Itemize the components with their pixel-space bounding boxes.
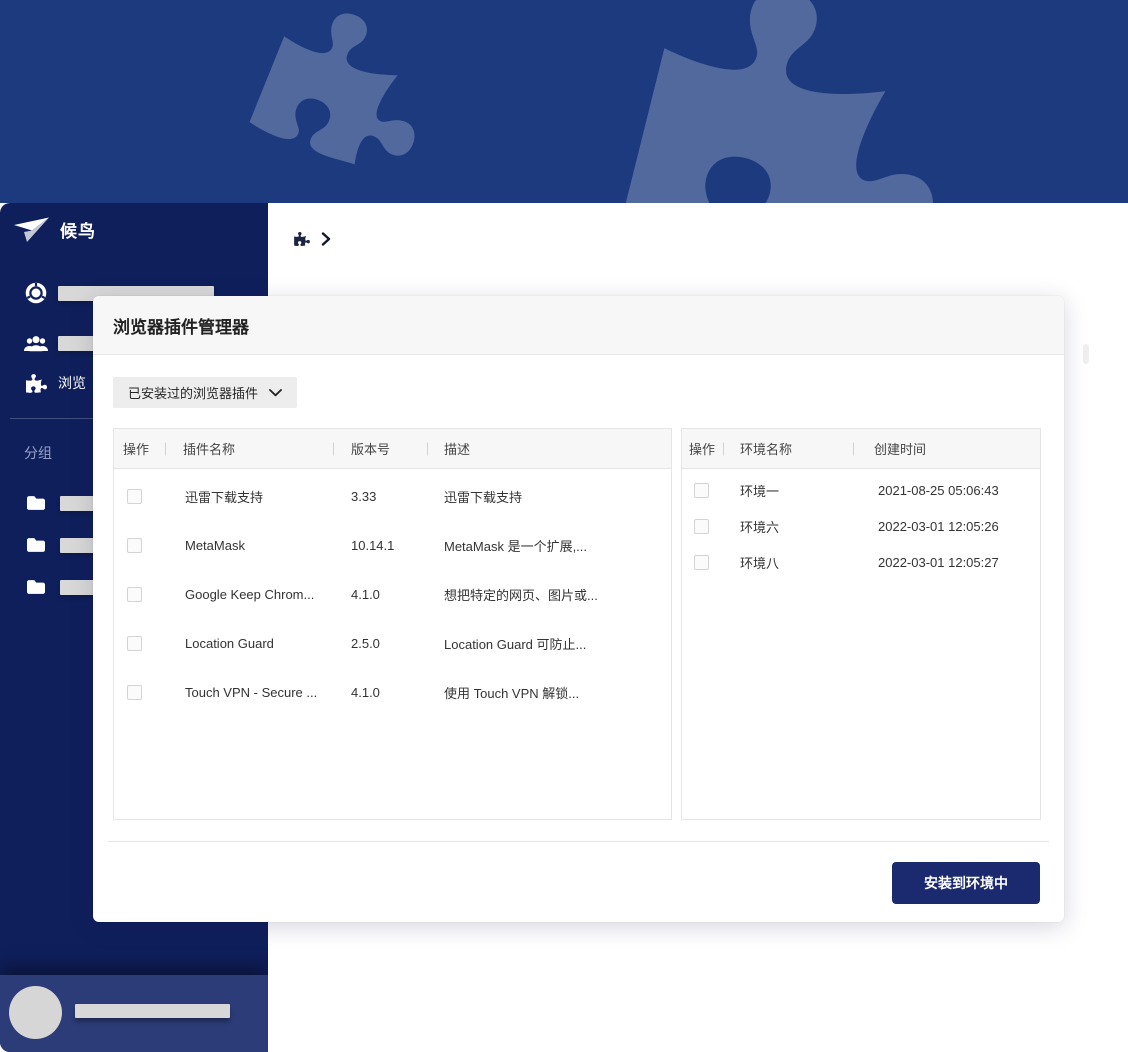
modal-divider [108,841,1049,842]
column-header-created-time: 创建时间 [854,429,1040,468]
plugin-checkbox[interactable] [127,685,142,700]
folder-icon [24,534,48,556]
plugin-name: Touch VPN - Secure ... [166,685,334,700]
plugin-description: 想把特定的网页、图片或... [428,585,671,604]
environment-name: 环境六 [724,517,854,536]
plugin-version: 2.5.0 [334,636,428,651]
plugin-name: Google Keep Chrom... [166,587,334,602]
chevron-right-icon [321,232,331,246]
plugin-description: 迅雷下载支持 [428,487,671,506]
environment-checkbox[interactable] [694,483,709,498]
app-window: 候鸟 浏览 分组 浏览器插件管理器 已安装过的浏览器插件 操作 插件名称 版本号 [0,0,1128,1052]
plugin-name: MetaMask [166,538,334,553]
environment-row-actions [682,555,724,570]
folder-icon [24,492,48,514]
environment-checkbox[interactable] [694,555,709,570]
column-header-plugin-name: 插件名称 [166,429,334,468]
modal-header: 浏览器插件管理器 [93,296,1064,355]
plugin-row-actions [114,587,166,602]
environments-table-header: 操作 环境名称 创建时间 [682,429,1040,469]
app-name: 候鸟 [60,217,96,242]
plugin-checkbox[interactable] [127,489,142,504]
placeholder-bar [75,1004,230,1018]
plugin-row-actions [114,538,166,553]
plugin-version: 4.1.0 [334,685,428,700]
plugins-table-body: 迅雷下载支持3.33迅雷下载支持MetaMask10.14.1MetaMask … [114,469,671,717]
plugin-table-row: Location Guard2.5.0Location Guard 可防止... [114,619,671,668]
column-header-actions: 操作 [114,429,166,468]
environment-created-time: 2021-08-25 05:06:43 [854,483,1040,498]
sidebar-footer [0,975,268,1052]
column-header-actions: 操作 [682,429,724,468]
plugin-checkbox[interactable] [127,636,142,651]
environment-created-time: 2022-03-01 12:05:26 [854,519,1040,534]
background-artifact [1083,344,1089,364]
environments-table-body: 环境一2021-08-25 05:06:43环境六2022-03-01 12:0… [682,469,1040,580]
column-header-description: 描述 [428,429,671,468]
top-banner [0,0,1128,203]
plugin-filter-dropdown[interactable]: 已安装过的浏览器插件 [113,377,297,408]
plugins-table: 操作 插件名称 版本号 描述 迅雷下载支持3.33迅雷下载支持MetaMask1… [113,428,672,820]
environment-row-actions [682,519,724,534]
puzzle-decoration-icon [246,0,449,190]
environment-name: 环境八 [724,553,854,572]
plugin-name: Location Guard [166,636,334,651]
column-header-version: 版本号 [334,429,428,468]
plugin-table-row: Touch VPN - Secure ...4.1.0使用 Touch VPN … [114,668,671,717]
puzzle-icon [24,372,48,394]
bird-logo-icon [13,216,51,243]
puzzle-icon[interactable] [294,232,310,246]
dropdown-value: 已安装过的浏览器插件 [128,383,258,402]
environment-table-row: 环境六2022-03-01 12:05:26 [682,508,1040,544]
environments-table: 操作 环境名称 创建时间 环境一2021-08-25 05:06:43环境六20… [681,428,1041,820]
group-section-label: 分组 [24,443,52,463]
modal-title: 浏览器插件管理器 [113,313,249,338]
plugin-description: Location Guard 可防止... [428,634,671,653]
environment-name: 环境一 [724,481,854,500]
plugin-version: 3.33 [334,489,428,504]
plugin-version: 10.14.1 [334,538,428,553]
plugin-checkbox[interactable] [127,538,142,553]
chevron-down-icon [269,389,282,397]
plugin-row-actions [114,685,166,700]
column-header-environment-name: 环境名称 [724,429,854,468]
chrome-icon [24,282,48,304]
plugin-description: 使用 Touch VPN 解锁... [428,683,671,702]
environment-table-row: 环境一2021-08-25 05:06:43 [682,472,1040,508]
users-icon [24,332,48,354]
plugin-row-actions [114,489,166,504]
plugin-name: 迅雷下载支持 [166,487,334,506]
user-avatar[interactable] [9,986,62,1039]
plugin-table-row: Google Keep Chrom...4.1.0想把特定的网页、图片或... [114,570,671,619]
plugin-version: 4.1.0 [334,587,428,602]
breadcrumb [294,232,331,246]
environment-created-time: 2022-03-01 12:05:27 [854,555,1040,570]
puzzle-decoration-icon [620,0,977,203]
plugin-row-actions [114,636,166,651]
plugin-table-row: 迅雷下载支持3.33迅雷下载支持 [114,472,671,521]
environment-table-row: 环境八2022-03-01 12:05:27 [682,544,1040,580]
plugins-table-header: 操作 插件名称 版本号 描述 [114,429,671,469]
plugin-table-row: MetaMask10.14.1MetaMask 是一个扩展,... [114,521,671,570]
install-to-environment-button[interactable]: 安装到环境中 [892,862,1040,904]
folder-icon [24,576,48,598]
app-logo: 候鸟 [13,216,96,243]
environment-row-actions [682,483,724,498]
environment-checkbox[interactable] [694,519,709,534]
sidebar-item-label: 浏览 [58,373,86,393]
plugin-description: MetaMask 是一个扩展,... [428,536,671,555]
plugin-manager-modal: 浏览器插件管理器 已安装过的浏览器插件 操作 插件名称 版本号 描述 迅雷下载支… [93,296,1064,922]
plugin-checkbox[interactable] [127,587,142,602]
